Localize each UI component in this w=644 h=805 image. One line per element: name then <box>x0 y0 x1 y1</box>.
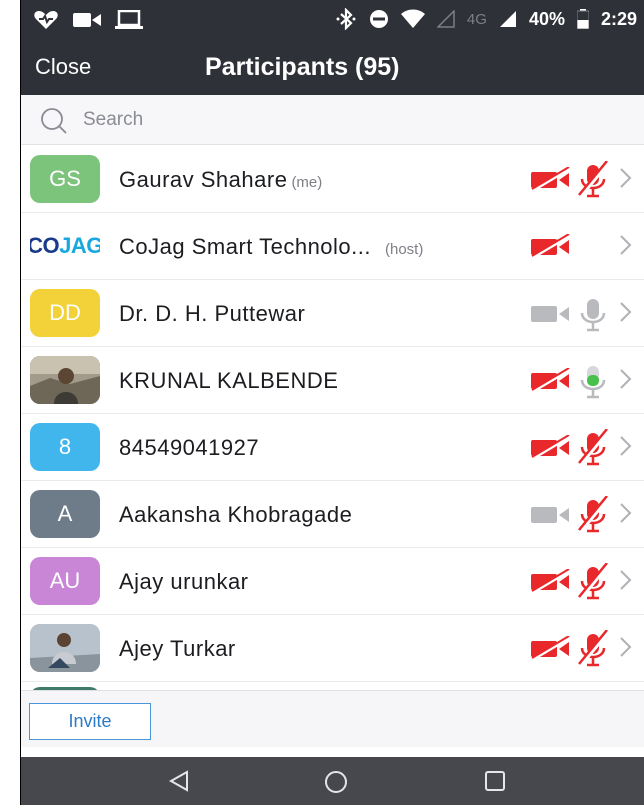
participant-row[interactable]: CO JAG CoJag Smart Technolo... (host) <box>21 213 644 280</box>
laptop-icon <box>115 10 143 29</box>
participant-tag: (me) <box>291 174 323 191</box>
search-bar[interactable] <box>21 95 644 145</box>
avatar-initials: A <box>57 501 73 526</box>
chevron-right-icon <box>620 436 632 456</box>
mic-active-icon[interactable] <box>575 362 611 400</box>
participant-row[interactable]: DD Dr. D. H. Puttewar <box>21 280 644 347</box>
do-not-disturb-icon <box>369 10 388 28</box>
battery-percent: 40% <box>528 8 565 29</box>
avatar-initials: AU <box>49 568 81 593</box>
cojag-logo-avatar: CO JAG <box>30 222 100 270</box>
video-off-icon[interactable] <box>529 167 573 193</box>
mic-disabled-icon[interactable] <box>575 295 611 333</box>
android-navigation-bar <box>21 757 644 805</box>
signal-empty-icon <box>436 10 455 28</box>
heart-notification-icon <box>34 11 58 29</box>
home-icon[interactable] <box>323 769 349 795</box>
search-input[interactable] <box>83 105 623 135</box>
participant-name: Ajey Turkar <box>119 636 236 662</box>
participants-screen: 4G 40% 2:29 Close Participants (95) GS G… <box>20 0 644 805</box>
participant-name: Gaurav Shahare (me) <box>119 167 322 193</box>
avatar: AU <box>30 557 100 605</box>
participant-row[interactable]: Ajey Turkar <box>21 615 644 682</box>
battery-icon <box>576 9 589 29</box>
participant-name: 84549041927 <box>119 435 259 461</box>
chevron-right-icon <box>620 637 632 657</box>
profile-photo-avatar <box>30 356 100 404</box>
participant-name-text: 84549041927 <box>119 435 260 460</box>
invite-bar: Invite <box>21 690 644 747</box>
logo-text-jag: JAG <box>59 233 100 258</box>
video-off-icon[interactable] <box>529 569 573 595</box>
participant-name-text: Ajey Turkar <box>119 636 236 661</box>
profile-photo <box>30 356 100 404</box>
header: Close Participants (95) <box>21 40 644 95</box>
mic-muted-icon[interactable] <box>575 161 611 199</box>
close-button[interactable]: Close <box>35 54 91 80</box>
chevron-right-icon <box>620 369 632 389</box>
status-bar: 4G 40% 2:29 <box>21 0 644 40</box>
participant-row[interactable]: KRUNAL KALBENDE <box>21 347 644 414</box>
participant-name-text: Ajay urunkar <box>119 569 249 594</box>
participant-list[interactable]: GS Gaurav Shahare (me) CO JAG CoJag Smart … <box>21 146 644 690</box>
chevron-right-icon <box>620 570 632 590</box>
participant-name: Ajay urunkar <box>119 569 249 595</box>
participant-name: Dr. D. H. Puttewar <box>119 301 305 327</box>
participant-row[interactable]: A Aakansha Khobragade <box>21 481 644 548</box>
signal-strength-icon <box>499 11 516 27</box>
video-disabled-icon[interactable] <box>529 301 573 327</box>
bluetooth-icon <box>336 8 356 30</box>
logo-text-co: CO <box>30 233 60 258</box>
mic-muted-icon[interactable] <box>575 496 611 534</box>
participant-name: KRUNAL KALBENDE <box>119 368 338 394</box>
participant-name-text: CoJag Smart Technolo... <box>119 234 371 259</box>
avatar: A <box>30 490 100 538</box>
chevron-right-icon <box>620 503 632 523</box>
participant-name: Aakansha Khobragade <box>119 502 352 528</box>
page-title: Participants (95) <box>205 53 400 81</box>
participant-row[interactable]: AU Ajay urunkar <box>21 548 644 615</box>
mic-muted-icon[interactable] <box>575 563 611 601</box>
invite-button[interactable]: Invite <box>29 703 151 740</box>
avatar: DD <box>30 289 100 337</box>
video-off-icon[interactable] <box>529 435 573 461</box>
avatar: 8 <box>30 423 100 471</box>
avatar-initials: DD <box>49 300 81 325</box>
chevron-right-icon <box>620 302 632 322</box>
profile-photo-avatar <box>30 624 100 672</box>
profile-photo <box>30 624 100 672</box>
video-disabled-icon[interactable] <box>529 502 573 528</box>
video-off-icon[interactable] <box>529 234 573 260</box>
participant-name-text: Dr. D. H. Puttewar <box>119 301 306 326</box>
participant-row[interactable]: 8 84549041927 <box>21 414 644 481</box>
participant-name-text: Aakansha Khobragade <box>119 502 353 527</box>
participant-name: CoJag Smart Technolo... (host) <box>119 234 423 260</box>
participant-row[interactable]: GS Gaurav Shahare (me) <box>21 146 644 213</box>
mic-muted-icon[interactable] <box>575 429 611 467</box>
recent-apps-icon[interactable] <box>483 769 507 793</box>
video-off-icon[interactable] <box>529 636 573 662</box>
network-type-label: 4G <box>466 10 487 28</box>
participant-tag: (host) <box>385 241 424 258</box>
video-off-icon[interactable] <box>529 368 573 394</box>
participant-row-partial[interactable] <box>21 682 644 690</box>
search-icon <box>41 108 67 134</box>
wifi-icon <box>400 9 425 28</box>
clock: 2:29 <box>600 8 637 29</box>
chevron-right-icon <box>620 168 632 188</box>
avatar-initials: GS <box>49 166 81 191</box>
participant-name-text: KRUNAL KALBENDE <box>119 368 339 393</box>
avatar: GS <box>30 155 100 203</box>
avatar-initials: 8 <box>58 434 72 459</box>
video-notification-icon <box>73 13 101 27</box>
back-icon[interactable] <box>167 769 191 793</box>
participant-name-text: Gaurav Shahare <box>119 167 288 192</box>
chevron-right-icon <box>620 235 632 255</box>
mic-muted-icon[interactable] <box>575 630 611 668</box>
